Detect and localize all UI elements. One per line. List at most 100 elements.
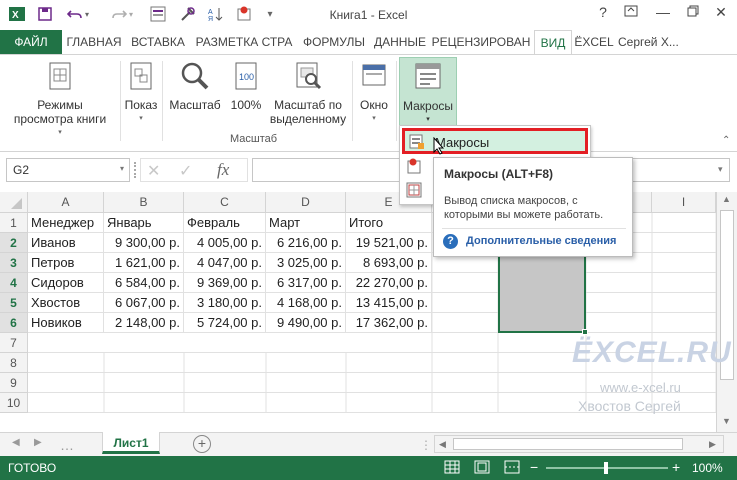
sheet-tabs-bar: ◀ ▶ … Лист1 + ⋮ ◀ ▶ bbox=[0, 432, 737, 456]
page-break-view-icon[interactable] bbox=[504, 460, 520, 477]
horizontal-scrollbar[interactable]: ◀ ▶ bbox=[434, 435, 724, 453]
macros-label: Макросы bbox=[402, 99, 454, 113]
svg-text:100: 100 bbox=[239, 72, 254, 82]
zoom-to-selection-button[interactable]: Масштаб по выделенному bbox=[268, 61, 348, 126]
column-header[interactable]: D bbox=[266, 192, 346, 213]
sheet-tab-list1[interactable]: Лист1 bbox=[102, 432, 160, 454]
row-header[interactable]: 9 bbox=[0, 373, 28, 393]
more-sheets-icon[interactable]: … bbox=[60, 437, 74, 453]
divider bbox=[120, 61, 121, 141]
window-button[interactable]: Окно ▾ bbox=[354, 61, 394, 126]
hscroll-split-icon[interactable]: ⋮ bbox=[420, 438, 432, 452]
scroll-up-icon[interactable]: ▲ bbox=[722, 194, 731, 204]
tab-data[interactable]: ДАННЫЕ bbox=[371, 30, 429, 54]
watermark-author: Хвостов Сергей bbox=[578, 398, 681, 414]
record-macro-icon[interactable] bbox=[406, 158, 422, 177]
ribbon-options-icon[interactable] bbox=[618, 4, 644, 24]
watermark-brand: ËXCEL.RU bbox=[572, 336, 732, 369]
tab-review[interactable]: РЕЦЕНЗИРОВАН bbox=[431, 30, 531, 54]
zoom-100-icon: 100 bbox=[226, 61, 266, 94]
row-header[interactable]: 10 bbox=[0, 393, 28, 413]
hscroll-thumb[interactable] bbox=[453, 438, 683, 450]
page-layout-view-icon[interactable] bbox=[474, 460, 490, 477]
divider bbox=[442, 228, 626, 229]
row-header[interactable]: 6 bbox=[0, 313, 28, 333]
row-header[interactable]: 8 bbox=[0, 353, 28, 373]
close-button[interactable]: ✕ bbox=[708, 4, 734, 24]
enter-icon[interactable]: ✓ bbox=[179, 161, 192, 181]
prev-sheet-icon[interactable]: ◀ bbox=[12, 437, 20, 448]
column-header[interactable]: A bbox=[28, 192, 104, 213]
show-icon bbox=[122, 61, 160, 94]
tab-page-layout[interactable]: РАЗМЕТКА СТРА bbox=[191, 30, 297, 54]
group-label-zoom: Масштаб bbox=[230, 133, 278, 145]
row-header[interactable]: 5 bbox=[0, 293, 28, 313]
chevron-down-icon: ▾ bbox=[372, 115, 376, 122]
column-header[interactable]: B bbox=[104, 192, 184, 213]
zoom-slider-thumb[interactable] bbox=[604, 462, 608, 474]
show-button[interactable]: Показ ▾ bbox=[122, 61, 160, 126]
tab-view[interactable]: ВИД bbox=[534, 30, 572, 55]
zoom-100-button[interactable]: 100 100% bbox=[226, 61, 266, 112]
help-icon[interactable]: ? bbox=[443, 234, 458, 249]
zoom-button[interactable]: Масштаб bbox=[166, 61, 224, 112]
row-header[interactable]: 3 bbox=[0, 253, 28, 273]
collapse-ribbon-icon[interactable]: ⌃ bbox=[722, 135, 730, 146]
divider bbox=[352, 61, 353, 141]
row-header[interactable]: 2 bbox=[0, 233, 28, 253]
zoom-out-button[interactable]: − bbox=[530, 459, 538, 475]
cancel-icon[interactable]: ✕ bbox=[147, 161, 160, 181]
column-header[interactable]: C bbox=[184, 192, 266, 213]
select-all-corner[interactable] bbox=[0, 192, 28, 213]
insert-function-icon[interactable]: fx bbox=[217, 160, 229, 180]
next-sheet-icon[interactable]: ▶ bbox=[34, 437, 42, 448]
tooltip-description: Вывод списка макросов, с которыми вы мож… bbox=[444, 195, 604, 221]
minimize-button[interactable]: — bbox=[650, 4, 676, 24]
window-icon bbox=[354, 61, 394, 94]
view-modes-label: Режимы просмотра книги bbox=[13, 98, 107, 126]
fill-handle[interactable] bbox=[582, 329, 588, 335]
vertical-scrollbar[interactable]: ▲ ▼ bbox=[716, 192, 737, 432]
row-header[interactable]: 7 bbox=[0, 333, 28, 353]
zoom-level[interactable]: 100% bbox=[692, 461, 723, 475]
expand-formula-icon[interactable]: ▾ bbox=[718, 164, 723, 175]
name-box[interactable]: G2 bbox=[6, 158, 130, 182]
view-modes-button[interactable]: Режимы просмотра книги ▾ bbox=[2, 61, 118, 140]
relative-references-icon[interactable] bbox=[406, 182, 422, 201]
name-box-dropdown-icon[interactable]: ▾ bbox=[120, 164, 124, 173]
status-ready: ГОТОВО bbox=[8, 461, 57, 475]
splitter-handle[interactable] bbox=[134, 162, 138, 178]
scroll-down-icon[interactable]: ▼ bbox=[722, 416, 731, 426]
macros-icon bbox=[400, 62, 456, 95]
scroll-right-icon[interactable]: ▶ bbox=[709, 439, 716, 450]
scroll-left-icon[interactable]: ◀ bbox=[439, 439, 446, 450]
more-info-link[interactable]: Дополнительные сведения bbox=[466, 235, 616, 247]
title-bar: X ▾ ▾ AЯ ▾ Книга1 - Excel ? — ✕ bbox=[0, 0, 737, 30]
macros-button[interactable]: Макросы ▾ bbox=[399, 57, 457, 127]
divider bbox=[162, 61, 163, 141]
column-header[interactable]: I bbox=[652, 192, 716, 213]
add-sheet-button[interactable]: + bbox=[193, 435, 211, 453]
zoom-in-button[interactable]: + bbox=[672, 459, 680, 475]
zoom-selection-label: Масштаб по выделенному bbox=[269, 98, 347, 126]
row-header[interactable]: 4 bbox=[0, 273, 28, 293]
workbook-views-icon bbox=[2, 61, 118, 94]
normal-view-icon[interactable] bbox=[444, 460, 460, 477]
mouse-cursor-icon bbox=[433, 136, 445, 158]
view-macros-icon bbox=[409, 134, 425, 153]
row-header[interactable]: 1 bbox=[0, 213, 28, 233]
tab-insert[interactable]: ВСТАВКА bbox=[127, 30, 189, 54]
menu-item-view-macros[interactable]: Макросы bbox=[402, 128, 588, 155]
tab-excel-addin[interactable]: ЁXCEL bbox=[574, 30, 614, 54]
restore-button[interactable] bbox=[680, 4, 706, 24]
help-button[interactable]: ? bbox=[590, 4, 616, 24]
tab-file[interactable]: ФАЙЛ bbox=[0, 30, 62, 54]
tab-home[interactable]: ГЛАВНАЯ bbox=[63, 30, 125, 54]
tab-formulas[interactable]: ФОРМУЛЫ bbox=[299, 30, 369, 54]
ribbon: Режимы просмотра книги ▾ Показ ▾ Масштаб… bbox=[0, 54, 737, 152]
ribbon-tabs: ФАЙЛ ГЛАВНАЯ ВСТАВКА РАЗМЕТКА СТРА ФОРМУ… bbox=[0, 30, 737, 83]
chevron-down-icon: ▾ bbox=[58, 129, 62, 136]
user-name[interactable]: Сергей Х... bbox=[618, 30, 700, 54]
magnifier-icon bbox=[166, 61, 224, 94]
zoom-slider[interactable] bbox=[546, 462, 668, 474]
